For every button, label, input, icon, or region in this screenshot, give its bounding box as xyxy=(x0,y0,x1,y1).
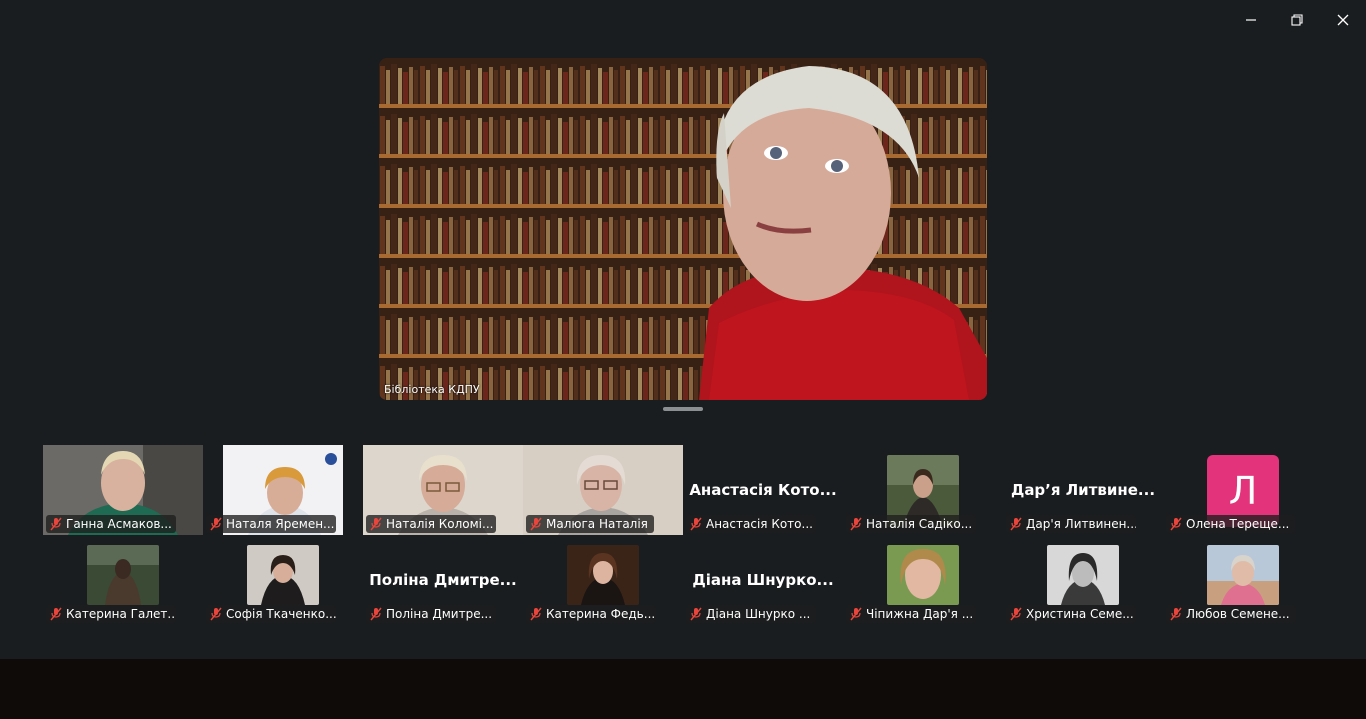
mic-muted-icon xyxy=(1010,607,1022,621)
participant-tile[interactable]: Катерина Федь... xyxy=(523,535,683,625)
mic-muted-icon xyxy=(690,607,702,621)
participant-name-label: Чіпижна Дар'я ... xyxy=(846,605,976,623)
mic-muted-icon xyxy=(690,517,702,531)
mic-muted-icon xyxy=(1170,607,1182,621)
participant-name-label: Дар'я Литвинен... xyxy=(1006,515,1136,533)
participant-name-label: Христина Семе... xyxy=(1006,605,1136,623)
participant-tile[interactable]: Катерина Галет... xyxy=(43,535,203,625)
participant-name-label: Катерина Федь... xyxy=(526,605,656,623)
mic-muted-icon xyxy=(370,607,382,621)
avatar xyxy=(1207,545,1279,605)
mic-muted-icon xyxy=(530,607,542,621)
participant-tile[interactable]: Дар’я Литвине... Дар'я Литвинен... xyxy=(1003,445,1163,535)
mic-muted-icon xyxy=(850,517,862,531)
mic-muted-icon xyxy=(210,517,222,531)
speaker-video-frame xyxy=(379,58,987,400)
minimize-icon xyxy=(1246,19,1256,21)
minimize-button[interactable] xyxy=(1228,0,1274,40)
participant-name-label: Ганна Асмаков... xyxy=(46,515,176,533)
participant-name: Олена Терещe... xyxy=(1186,517,1290,531)
participant-name: Ганна Асмаков... xyxy=(66,517,172,531)
participant-tile[interactable]: Малюга Наталія xyxy=(523,445,683,535)
participant-name: Катерина Федь... xyxy=(546,607,656,621)
participant-display-name: Дар’я Литвине... xyxy=(1010,481,1156,499)
active-speaker-video[interactable]: Бібліотека КДПУ xyxy=(379,58,987,400)
participant-name-label: Софія Ткаченко... xyxy=(206,605,336,623)
participant-name: Любов Семене... xyxy=(1186,607,1290,621)
mic-muted-icon xyxy=(530,517,542,531)
mic-muted-icon xyxy=(370,517,382,531)
mic-muted-icon xyxy=(210,607,222,621)
restore-button[interactable] xyxy=(1274,0,1320,40)
resize-handle[interactable] xyxy=(663,407,703,411)
participant-display-name: Поліна Дмитре... xyxy=(369,571,517,589)
participant-name-label: Малюга Наталія xyxy=(526,515,654,533)
participant-name-label: Олена Терещe... xyxy=(1166,515,1296,533)
participant-tile[interactable]: Наталія Садіко... xyxy=(843,445,1003,535)
speaker-name-label: Бібліотека КДПУ xyxy=(384,383,480,396)
participant-name: Катерина Галет... xyxy=(66,607,176,621)
participant-tile[interactable]: Ганна Асмаков... xyxy=(43,445,203,535)
participant-name: Чіпижна Дар'я ... xyxy=(866,607,974,621)
participant-name: Наталія Садіко... xyxy=(866,517,973,531)
participant-name-label: Діана Шнурко ... xyxy=(686,605,816,623)
bottom-bar xyxy=(0,659,1366,719)
close-icon xyxy=(1337,14,1349,26)
participant-display-name: Анастасія Кото... xyxy=(689,481,837,499)
avatar xyxy=(87,545,159,605)
participant-tile[interactable]: Любов Семене... xyxy=(1163,535,1323,625)
mic-muted-icon xyxy=(50,517,62,531)
mic-muted-icon xyxy=(50,607,62,621)
participant-name: Христина Семе... xyxy=(1026,607,1134,621)
participant-name-label: Катерина Галет... xyxy=(46,605,176,623)
participant-name-label: Наталія Садіко... xyxy=(846,515,976,533)
participant-tile[interactable]: Чіпижна Дар'я ... xyxy=(843,535,1003,625)
mic-muted-icon xyxy=(1170,517,1182,531)
participant-name: Дар'я Литвинен... xyxy=(1026,517,1136,531)
close-button[interactable] xyxy=(1320,0,1366,40)
participant-name: Поліна Дмитре... xyxy=(386,607,493,621)
participant-tile[interactable]: Наталія Коломі... xyxy=(363,445,523,535)
participant-tile[interactable]: Л Олена Терещe... xyxy=(1163,445,1323,535)
participant-name-label: Наталя Яремен... xyxy=(206,515,336,533)
participant-display-name: Діана Шнурко... xyxy=(692,571,834,589)
participant-name-label: Поліна Дмитре... xyxy=(366,605,496,623)
participant-name-label: Анастасія Кото... xyxy=(686,515,816,533)
participant-name: Анастасія Кото... xyxy=(706,517,813,531)
participant-name: Діана Шнурко ... xyxy=(706,607,811,621)
participant-name: Наталія Коломі... xyxy=(386,517,494,531)
participant-tile[interactable]: Поліна Дмитре... Поліна Дмитре... xyxy=(363,535,523,625)
avatar xyxy=(887,545,959,605)
avatar xyxy=(1047,545,1119,605)
avatar xyxy=(247,545,319,605)
participant-tile[interactable]: Христина Семе... xyxy=(1003,535,1163,625)
participant-name: Софія Ткаченко... xyxy=(226,607,336,621)
mic-muted-icon xyxy=(850,607,862,621)
participant-name: Малюга Наталія xyxy=(546,517,648,531)
participant-tile[interactable]: Наталя Яремен... xyxy=(203,445,363,535)
participant-tile[interactable]: Софія Ткаченко... xyxy=(203,535,363,625)
title-bar xyxy=(0,0,1366,40)
restore-icon xyxy=(1291,14,1303,26)
avatar xyxy=(567,545,639,605)
participant-name-label: Любов Семене... xyxy=(1166,605,1296,623)
participant-name: Наталя Яремен... xyxy=(226,517,335,531)
participant-name-label: Наталія Коломі... xyxy=(366,515,496,533)
participant-tile[interactable]: Анастасія Кото... Анастасія Кото... xyxy=(683,445,843,535)
mic-muted-icon xyxy=(1010,517,1022,531)
participant-tile[interactable]: Діана Шнурко... Діана Шнурко ... xyxy=(683,535,843,625)
